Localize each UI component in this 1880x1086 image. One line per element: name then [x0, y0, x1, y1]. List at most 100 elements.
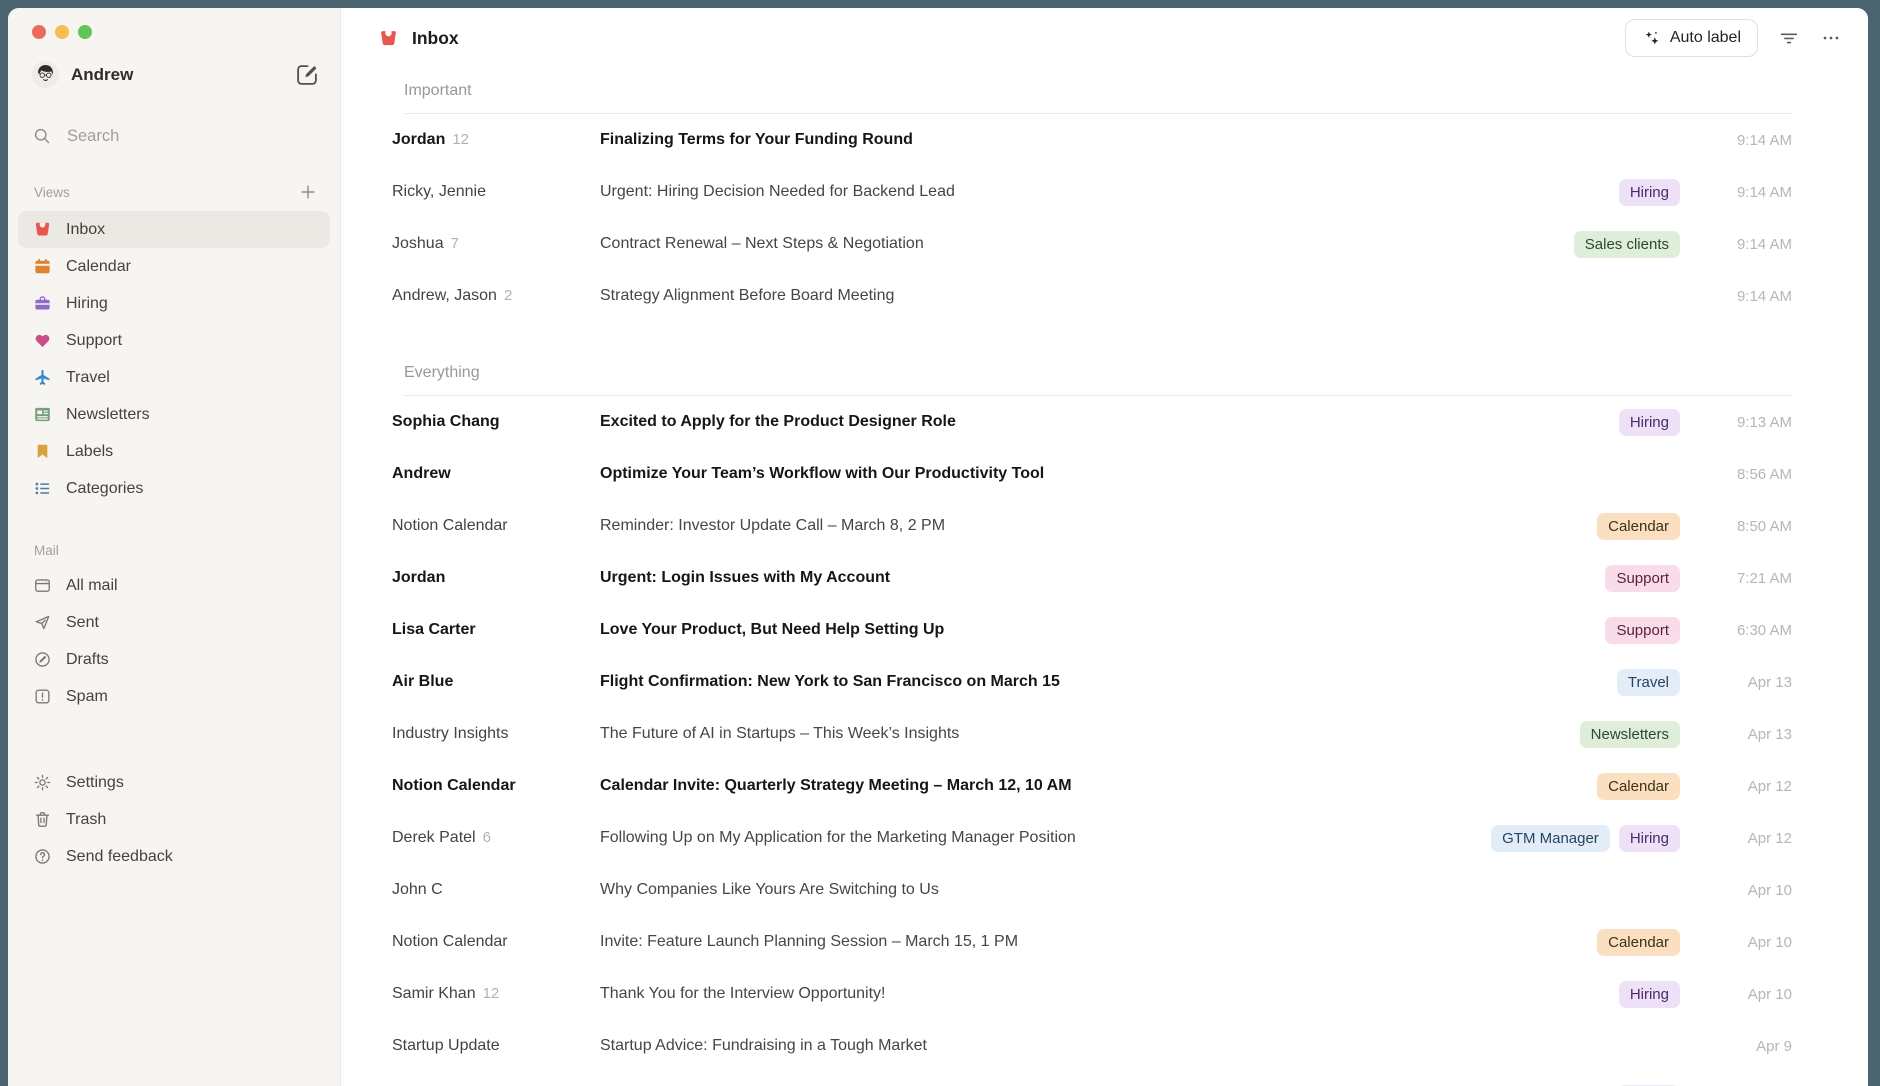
sidebar-item-labels[interactable]: Labels — [18, 433, 330, 470]
tags: Calendar — [1597, 929, 1680, 956]
sidebar-item-label: Support — [66, 332, 122, 350]
timestamp: Apr 10 — [1696, 882, 1792, 899]
mail-row[interactable]: Derek Patel6Following Up on My Applicati… — [378, 812, 1792, 864]
account-row[interactable]: Andrew — [8, 39, 340, 88]
sender: Air Blue — [392, 673, 592, 691]
mail-row[interactable]: Notion CalendarReminder: Investor Update… — [378, 500, 1792, 552]
sparkle-icon — [1642, 29, 1661, 48]
subject: Optimize Your Team’s Workflow with Our P… — [600, 465, 1666, 483]
sidebar-item-drafts[interactable]: Drafts — [18, 641, 330, 678]
tag-support: Support — [1605, 617, 1680, 644]
mail-row[interactable]: Andrew, Jason2Strategy Alignment Before … — [378, 270, 1792, 322]
page-title: Inbox — [412, 28, 459, 49]
drafts-icon — [33, 650, 52, 669]
close-window-button[interactable] — [32, 25, 46, 39]
sidebar-item-send-feedback[interactable]: Send feedback — [18, 838, 330, 875]
mail-row[interactable]: AndrewOptimize Your Team’s Workflow with… — [378, 448, 1792, 500]
subject: Startup Advice: Fundraising in a Tough M… — [600, 1037, 1666, 1055]
timestamp: Apr 10 — [1696, 934, 1792, 951]
mail-row[interactable]: Ricky, JennieUrgent: Hiring Decision Nee… — [378, 166, 1792, 218]
mail-row[interactable]: Lisa CarterLove Your Product, But Need H… — [378, 604, 1792, 656]
sender-name: Jordan — [392, 131, 445, 149]
mail-row[interactable]: Startup Update Startup Advice: Fundraisin… — [378, 1020, 1792, 1072]
sidebar-item-all-mail[interactable]: All mail — [18, 567, 330, 604]
tags: Hiring — [1619, 981, 1680, 1008]
mail-row[interactable]: JordanUrgent: Login Issues with My Accou… — [378, 552, 1792, 604]
sender: Jordan — [392, 569, 592, 587]
sidebar-item-support[interactable]: Support — [18, 322, 330, 359]
compose-icon — [294, 62, 320, 88]
section-header: Important — [404, 62, 1792, 114]
sidebar-item-categories[interactable]: Categories — [18, 470, 330, 507]
subject: Excited to Apply for the Product Designe… — [600, 413, 1605, 431]
mail-row[interactable]: Air Blue Flight Confirmation: New York to… — [378, 656, 1792, 708]
sender: Samir Khan12 — [392, 985, 592, 1003]
gear-icon — [33, 773, 52, 792]
sidebar-item-label: Drafts — [66, 651, 109, 669]
tag-gtm-manager: GTM Manager — [1491, 825, 1610, 852]
spam-icon — [33, 687, 52, 706]
sidebar-item-hiring[interactable]: Hiring — [18, 285, 330, 322]
sender-name: Startup Update — [392, 1037, 500, 1055]
tag-hiring: Hiring — [1619, 179, 1680, 206]
subject: Why Companies Like Yours Are Switching t… — [600, 881, 1666, 899]
mail-row[interactable]: John C Why Companies Like Yours Are Switc… — [378, 864, 1792, 916]
mail-row[interactable]: Joshua7Contract Renewal – Next Steps & N… — [378, 218, 1792, 270]
sidebar-item-trash[interactable]: Trash — [18, 801, 330, 838]
mail-row[interactable]: Go RentalsUpgrade: Rental Details – Pick… — [378, 1072, 1792, 1086]
mail-row[interactable]: Industry InsightsThe Future of AI in Sta… — [378, 708, 1792, 760]
tag-sales-clients: Sales clients — [1574, 231, 1680, 258]
timestamp: Apr 13 — [1696, 726, 1792, 743]
add-view-button[interactable] — [298, 182, 318, 202]
footer-nav: Settings Trash Send feedback — [8, 755, 340, 875]
timestamp: Apr 9 — [1696, 1038, 1792, 1055]
briefcase-icon — [33, 294, 52, 313]
tag-calendar: Calendar — [1597, 929, 1680, 956]
auto-label-button[interactable]: Auto label — [1625, 19, 1758, 57]
sender-name: Sophia Chang — [392, 413, 500, 431]
section-header: Everything — [404, 322, 1792, 396]
sender: John C — [392, 881, 592, 899]
tags: Hiring — [1619, 179, 1680, 206]
main-pane: Inbox Auto label ImportantJordan12Finali… — [341, 8, 1868, 1086]
window-controls — [8, 25, 340, 39]
timestamp: Apr 12 — [1696, 778, 1792, 795]
more-options-button[interactable] — [1820, 27, 1842, 49]
sender: Notion Calendar — [392, 517, 592, 535]
sent-icon — [33, 613, 52, 632]
filter-icon — [1778, 27, 1800, 49]
sidebar-item-label: Settings — [66, 774, 124, 792]
sidebar-item-inbox[interactable]: Inbox — [18, 211, 330, 248]
sidebar-item-label: Inbox — [66, 221, 105, 239]
minimize-window-button[interactable] — [55, 25, 69, 39]
timestamp: 9:14 AM — [1696, 288, 1792, 305]
search-button[interactable]: Search — [8, 126, 340, 146]
compose-button[interactable] — [294, 62, 320, 88]
sidebar-item-spam[interactable]: Spam — [18, 678, 330, 715]
mail-section-label: Mail — [8, 543, 340, 558]
tag-newsletters: Newsletters — [1580, 721, 1680, 748]
mail-row[interactable]: Samir Khan12Thank You for the Interview … — [378, 968, 1792, 1020]
newspaper-icon — [33, 405, 52, 424]
sidebar-item-label: Send feedback — [66, 848, 173, 866]
subject: Flight Confirmation: New York to San Fra… — [600, 673, 1603, 691]
sidebar-item-calendar[interactable]: Calendar — [18, 248, 330, 285]
sender: Andrew, Jason2 — [392, 287, 592, 305]
views-section-label: Views — [8, 182, 340, 202]
mail-row[interactable]: Sophia Chang Excited to Apply for the Pro… — [378, 396, 1792, 448]
sidebar-item-label: Trash — [66, 811, 106, 829]
zoom-window-button[interactable] — [78, 25, 92, 39]
sidebar-item-travel[interactable]: Travel — [18, 359, 330, 396]
sidebar-item-sent[interactable]: Sent — [18, 604, 330, 641]
mail-row[interactable]: Notion CalendarInvite: Feature Launch Pl… — [378, 916, 1792, 968]
subject: Following Up on My Application for the M… — [600, 829, 1477, 847]
question-icon — [33, 847, 52, 866]
tags: Hiring — [1619, 409, 1680, 436]
mail-row[interactable]: Jordan12Finalizing Terms for Your Fundin… — [378, 114, 1792, 166]
sidebar-item-newsletters[interactable]: Newsletters — [18, 396, 330, 433]
calendar-icon — [33, 257, 52, 276]
mail-row[interactable]: Notion CalendarCalendar Invite: Quarterl… — [378, 760, 1792, 812]
sender: Jordan12 — [392, 131, 592, 149]
sidebar-item-settings[interactable]: Settings — [18, 764, 330, 801]
filter-button[interactable] — [1778, 27, 1800, 49]
